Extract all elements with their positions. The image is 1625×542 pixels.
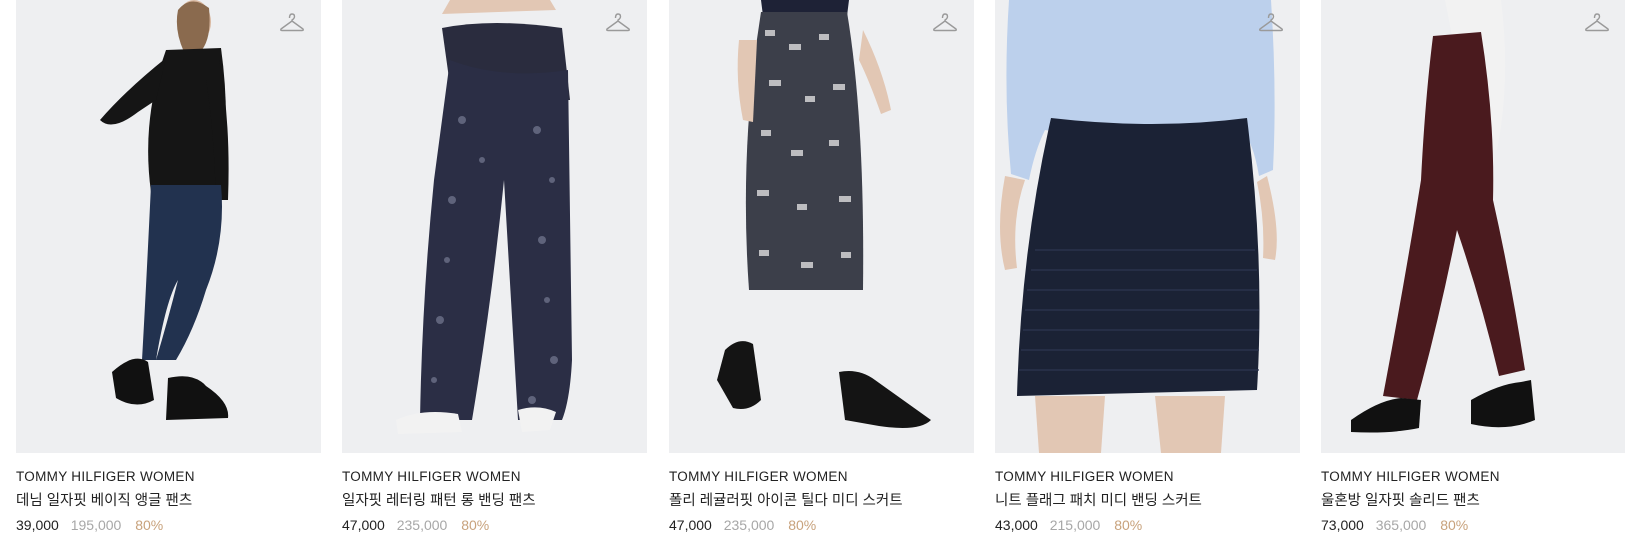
discount-rate: 80% <box>461 517 490 533</box>
sale-price: 47,000 <box>342 517 385 533</box>
product-name[interactable]: 데님 일자핏 베이직 앵글 팬츠 <box>16 491 321 511</box>
original-price: 235,000 <box>723 517 775 533</box>
hanger-icon[interactable] <box>279 12 305 34</box>
product-card[interactable]: TOMMY HILFIGER WOMEN 일자핏 레터링 패턴 롱 밴딩 팬츠 … <box>342 0 647 535</box>
product-brand[interactable]: TOMMY HILFIGER WOMEN <box>669 468 974 486</box>
discount-rate: 80% <box>1114 517 1143 533</box>
product-grid: TOMMY HILFIGER WOMEN 데님 일자핏 베이직 앵글 팬츠 39… <box>0 0 1625 542</box>
product-name[interactable]: 니트 플래그 패치 미디 밴딩 스커트 <box>995 491 1300 511</box>
product-image[interactable] <box>669 0 974 453</box>
hanger-icon[interactable] <box>932 12 958 34</box>
original-price: 365,000 <box>1375 517 1427 533</box>
sale-price: 73,000 <box>1321 517 1364 533</box>
product-name[interactable]: 일자핏 레터링 패턴 롱 밴딩 팬츠 <box>342 491 647 511</box>
discount-rate: 80% <box>135 517 164 533</box>
hanger-icon[interactable] <box>605 12 631 34</box>
product-card[interactable]: TOMMY HILFIGER WOMEN 데님 일자핏 베이직 앵글 팬츠 39… <box>16 0 321 535</box>
sale-price: 39,000 <box>16 517 59 533</box>
product-photo <box>717 0 931 428</box>
product-prices: 47,000 235,000 80% <box>342 515 647 535</box>
product-image[interactable] <box>16 0 321 453</box>
product-brand[interactable]: TOMMY HILFIGER WOMEN <box>1321 468 1625 486</box>
product-photo <box>1351 0 1535 433</box>
product-prices: 43,000 215,000 80% <box>995 515 1300 535</box>
product-brand[interactable]: TOMMY HILFIGER WOMEN <box>995 468 1300 486</box>
product-image[interactable] <box>1321 0 1625 453</box>
original-price: 215,000 <box>1049 517 1101 533</box>
product-name[interactable]: 폴리 레귤러핏 아이콘 틸다 미디 스커트 <box>669 491 974 511</box>
product-card[interactable]: TOMMY HILFIGER WOMEN 니트 플래그 패치 미디 밴딩 스커트… <box>995 0 1300 535</box>
product-brand[interactable]: TOMMY HILFIGER WOMEN <box>16 468 321 486</box>
sale-price: 43,000 <box>995 517 1038 533</box>
original-price: 195,000 <box>70 517 122 533</box>
product-prices: 47,000 235,000 80% <box>669 515 974 535</box>
product-prices: 39,000 195,000 80% <box>16 515 321 535</box>
sale-price: 47,000 <box>669 517 712 533</box>
product-photo <box>100 0 229 420</box>
discount-rate: 80% <box>788 517 817 533</box>
product-card[interactable]: TOMMY HILFIGER WOMEN 울혼방 일자핏 솔리드 팬츠 73,0… <box>1321 0 1625 535</box>
product-image[interactable] <box>995 0 1300 453</box>
product-photo <box>1000 0 1277 453</box>
hanger-icon[interactable] <box>1258 12 1284 34</box>
hanger-icon[interactable] <box>1584 12 1610 34</box>
discount-rate: 80% <box>1440 517 1469 533</box>
product-card[interactable]: TOMMY HILFIGER WOMEN 폴리 레귤러핏 아이콘 틸다 미디 스… <box>669 0 974 535</box>
product-name[interactable]: 울혼방 일자핏 솔리드 팬츠 <box>1321 491 1625 511</box>
product-prices: 73,000 365,000 80% <box>1321 515 1625 535</box>
product-brand[interactable]: TOMMY HILFIGER WOMEN <box>342 468 647 486</box>
original-price: 235,000 <box>396 517 448 533</box>
product-photo <box>396 0 572 434</box>
product-image[interactable] <box>342 0 647 453</box>
